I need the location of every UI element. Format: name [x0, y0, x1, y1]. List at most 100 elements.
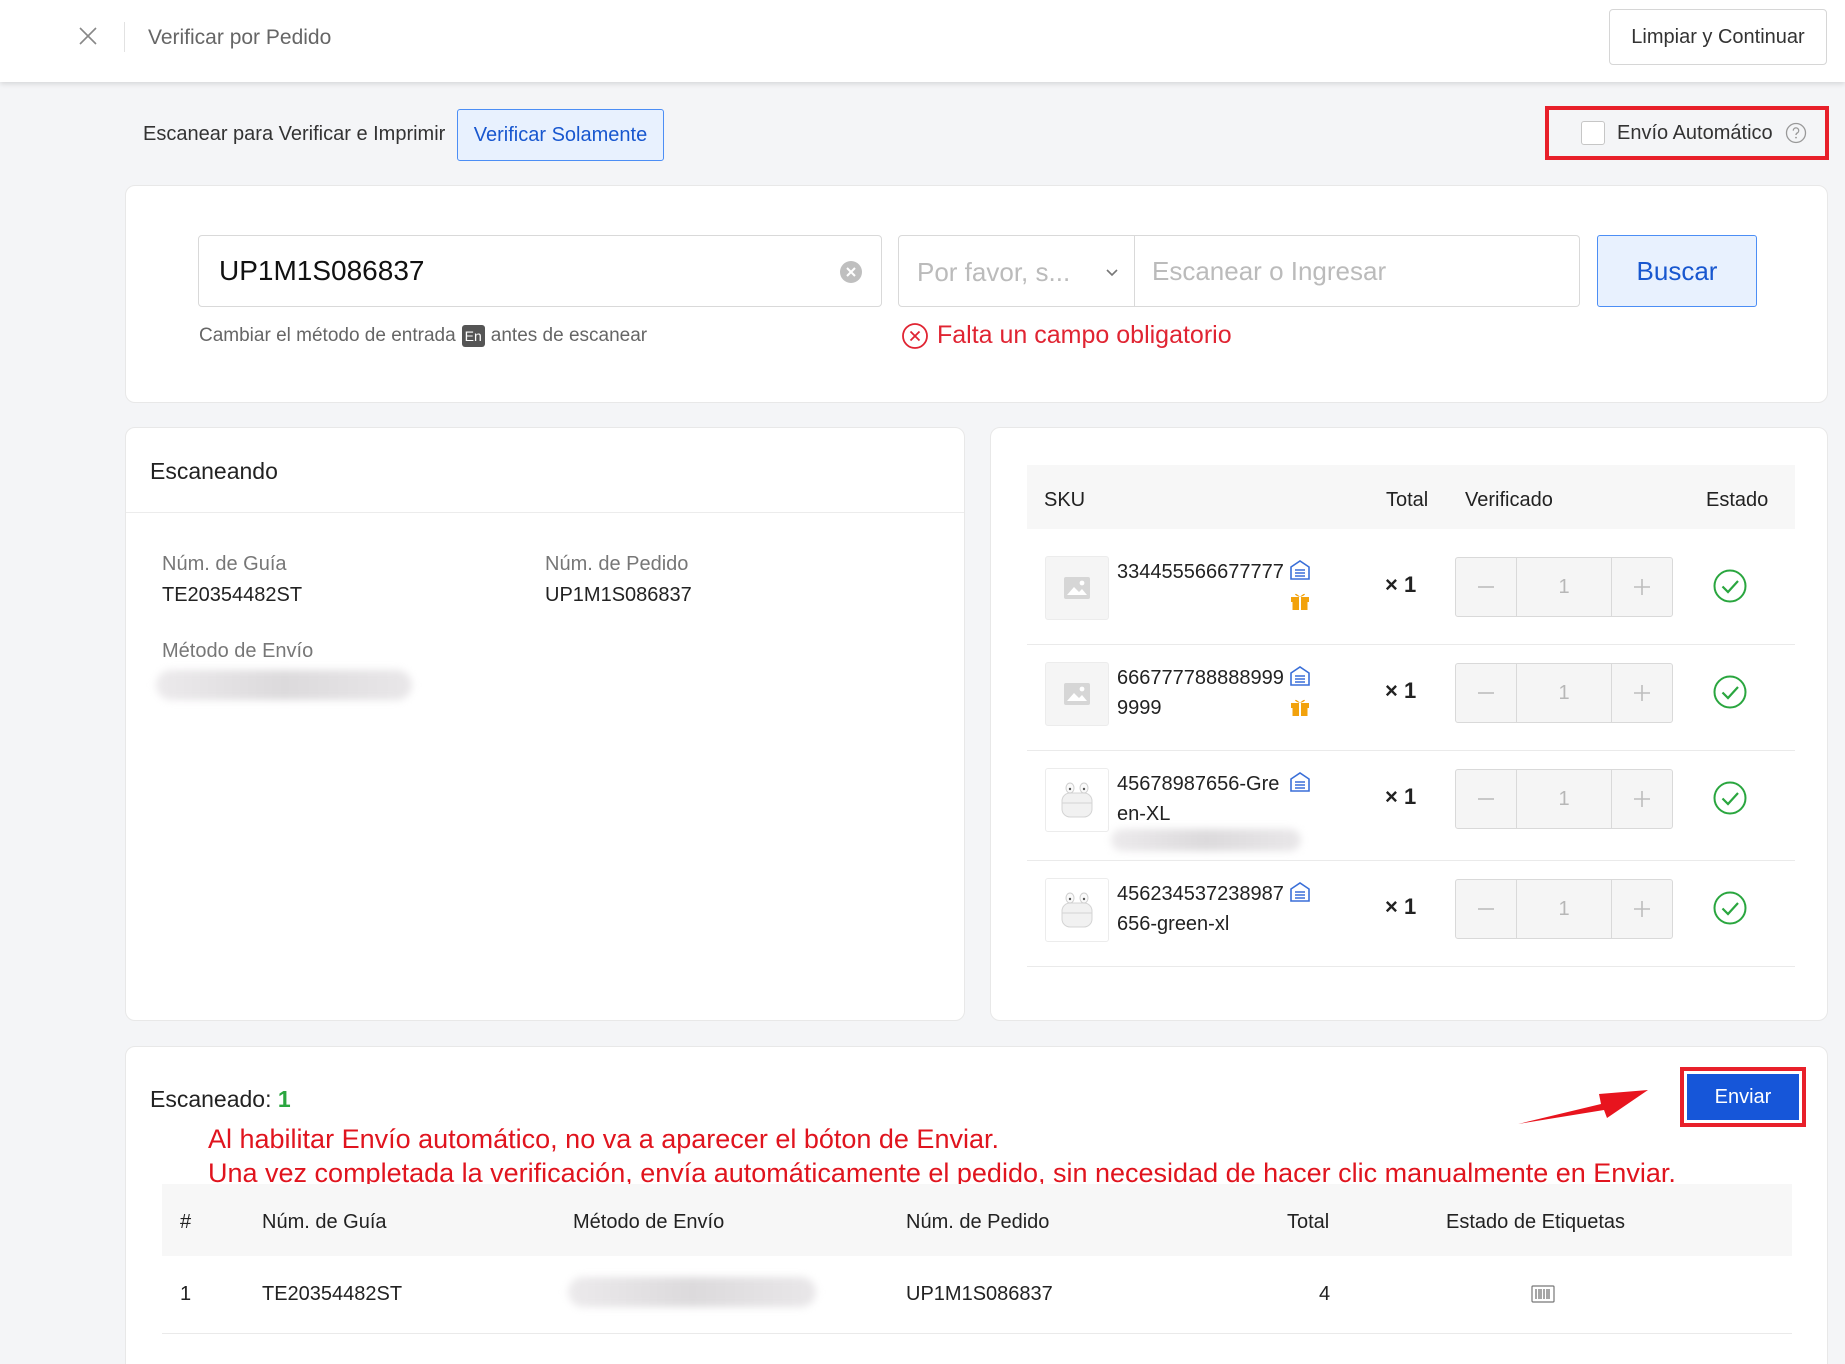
hint-text-before: Cambiar el método de entrada — [199, 325, 456, 346]
mode-tab-verify-only[interactable]: Verificar Solamente — [457, 109, 664, 161]
col-verified: Verificado — [1465, 489, 1553, 511]
guide-value: TE20354482ST — [162, 584, 303, 606]
verified-count: 1 — [1516, 558, 1612, 616]
verified-stepper: 1 — [1455, 769, 1673, 829]
auto-send-label: Envío Automático — [1617, 121, 1773, 144]
scanned-number: 1 — [277, 1086, 291, 1112]
col-label-status: Estado de Etiquetas — [1446, 1211, 1626, 1233]
order-label: Núm. de Pedido — [545, 553, 689, 575]
row-total: 4 — [1319, 1283, 1331, 1305]
quantity-total: × 1 — [1385, 678, 1417, 703]
quantity-total: × 1 — [1385, 572, 1417, 597]
airpods-icon — [1045, 768, 1109, 832]
clear-and-continue-button[interactable]: Limpiar y Continuar — [1609, 9, 1827, 65]
order-number-input[interactable]: UP1M1S086837 — [198, 235, 882, 307]
guide-label: Núm. de Guía — [162, 553, 287, 575]
gift-icon — [1291, 699, 1309, 716]
select-placeholder: Por favor, s... — [917, 257, 1071, 287]
warehouse-icon — [1290, 666, 1310, 686]
increment-button — [1612, 880, 1672, 938]
verified-stepper: 1 — [1455, 557, 1673, 617]
close-icon[interactable] — [76, 24, 100, 48]
warehouse-icon — [1290, 560, 1310, 580]
mode-tab-scan-print[interactable]: Escanear para Verificar e Imprimir — [143, 123, 445, 146]
annotation-text: Al habilitar Envío automático, no va a a… — [208, 1122, 1676, 1190]
scan-input[interactable]: Escanear o Ingresar — [1134, 235, 1580, 307]
col-method: Método de Envío — [573, 1211, 725, 1233]
quantity-total: × 1 — [1385, 894, 1417, 919]
order-number-value: UP1M1S086837 — [219, 255, 425, 286]
blurred-shipping-method — [568, 1277, 816, 1307]
decrement-button — [1456, 880, 1516, 938]
check-circle-icon — [1713, 891, 1747, 925]
scanned-count: Escaneado: 1 — [150, 1086, 291, 1113]
scan-placeholder: Escanear o Ingresar — [1152, 256, 1387, 286]
search-button[interactable]: Buscar — [1597, 235, 1757, 307]
sku-row: 45678987656-Green-XL × 1 1 — [1027, 751, 1795, 861]
divider — [126, 512, 964, 513]
field-select[interactable]: Por favor, s... — [898, 235, 1135, 307]
shipping-method-label: Método de Envío — [162, 640, 314, 662]
annotation-line-1: Al habilitar Envío automático, no va a a… — [208, 1124, 999, 1154]
col-total: Total — [1386, 489, 1429, 511]
header-divider — [124, 22, 125, 52]
blurred-text — [1111, 829, 1301, 851]
annotation-arrow-icon — [1518, 1090, 1648, 1124]
sku-row: 6667777888889999999 × 1 1 — [1027, 645, 1795, 751]
airpods-icon — [1045, 878, 1109, 942]
image-placeholder-icon — [1045, 556, 1109, 620]
blurred-shipping-method — [156, 670, 412, 700]
help-icon[interactable] — [1785, 122, 1807, 144]
col-order: Núm. de Pedido — [906, 1211, 1050, 1233]
increment-button — [1612, 558, 1672, 616]
col-guide: Núm. de Guía — [262, 1211, 387, 1233]
sku-code: 334455566677777 — [1117, 561, 1284, 583]
sku-code: 45678987656-Green-XL — [1117, 773, 1280, 825]
verified-count: 1 — [1516, 664, 1612, 722]
col-status: Estado — [1706, 489, 1769, 511]
image-placeholder-icon — [1045, 662, 1109, 726]
auto-send-option: Envío Automático — [1545, 106, 1829, 160]
check-circle-icon — [1713, 781, 1747, 815]
search-card: UP1M1S086837 Cambiar el método de entrad… — [125, 185, 1828, 403]
row-order: UP1M1S086837 — [906, 1283, 1053, 1305]
barcode-icon[interactable] — [1531, 1283, 1555, 1305]
auto-send-checkbox[interactable] — [1581, 121, 1605, 145]
scanning-card: Escaneando Núm. de Guía TE20354482ST Núm… — [125, 427, 965, 1021]
order-value: UP1M1S086837 — [545, 584, 692, 606]
hint-text-after: antes de escanear — [490, 325, 648, 346]
sku-code: 6667777888889999999 — [1117, 667, 1284, 719]
sku-code: 456234537238987656-green-xl — [1117, 883, 1284, 935]
row-index: 1 — [180, 1283, 192, 1305]
col-sku: SKU — [1044, 489, 1086, 511]
en-badge: En — [461, 325, 485, 347]
sku-row: 334455566677777 × 1 1 — [1027, 539, 1795, 645]
input-method-hint: Cambiar el método de entrada En antes de… — [199, 325, 647, 347]
divider — [162, 1333, 1792, 1334]
col-index: # — [180, 1211, 192, 1233]
sku-row: 456234537238987656-green-xl × 1 1 — [1027, 861, 1795, 967]
decrement-button — [1456, 558, 1516, 616]
scanning-title: Escaneando — [150, 458, 278, 484]
col-total: Total — [1287, 1211, 1330, 1233]
decrement-button — [1456, 770, 1516, 828]
clear-input-icon[interactable] — [839, 260, 863, 284]
warehouse-icon — [1290, 772, 1310, 792]
quantity-total: × 1 — [1385, 784, 1417, 809]
verified-stepper: 1 — [1455, 879, 1673, 939]
chevron-down-icon — [1106, 269, 1118, 277]
required-field-error: Falta un campo obligatorio — [901, 321, 1232, 350]
scanned-label: Escaneado: — [150, 1086, 272, 1112]
send-button-highlight: Enviar — [1680, 1067, 1806, 1127]
top-bar: Verificar por Pedido Limpiar y Continuar — [0, 0, 1845, 82]
send-button[interactable]: Enviar — [1687, 1074, 1799, 1120]
error-icon — [902, 322, 928, 349]
error-text: Falta un campo obligatorio — [937, 321, 1232, 349]
verified-count: 1 — [1516, 770, 1612, 828]
gift-icon — [1291, 593, 1309, 610]
verified-count: 1 — [1516, 880, 1612, 938]
verified-stepper: 1 — [1455, 663, 1673, 723]
increment-button — [1612, 770, 1672, 828]
check-circle-icon — [1713, 675, 1747, 709]
page-title: Verificar por Pedido — [148, 26, 332, 49]
